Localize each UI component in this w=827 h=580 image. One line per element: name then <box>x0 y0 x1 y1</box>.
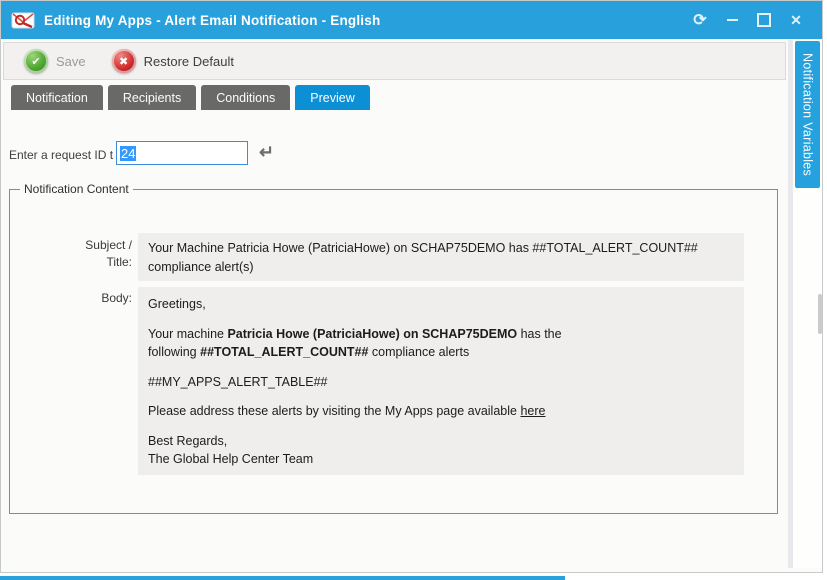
close-button[interactable]: ✕ <box>780 1 812 39</box>
toolbar: ✔ Save ✖ Restore Default <box>3 42 786 80</box>
restore-default-button[interactable]: ✖ Restore Default <box>106 46 240 76</box>
body-label: Body: <box>40 290 132 307</box>
tab-bar: Notification Recipients Conditions Previ… <box>11 85 370 110</box>
body-alert-table-variable: ##MY_APPS_ALERT_TABLE## <box>148 373 734 392</box>
subject-label-line1: Subject / <box>85 238 132 252</box>
app-email-icon <box>11 11 35 30</box>
restore-cross-icon: ✖ <box>112 49 136 73</box>
tab-notification[interactable]: Notification <box>11 85 103 110</box>
refresh-icon: ⟳ <box>693 10 706 30</box>
window-title: Editing My Apps - Alert Email Notificati… <box>44 13 380 28</box>
dialog-window: Editing My Apps - Alert Email Notificati… <box>0 0 823 573</box>
maximize-button[interactable] <box>748 1 780 39</box>
title-bar[interactable]: Editing My Apps - Alert Email Notificati… <box>1 1 822 39</box>
background-window-edge <box>0 576 565 580</box>
tab-preview[interactable]: Preview <box>295 85 369 110</box>
body-paragraph-machine: Your machine Patricia Howe (PatriciaHowe… <box>148 325 734 362</box>
body-signature: Best Regards, The Global Help Center Team <box>148 432 734 469</box>
subject-title-label: Subject / Title: <box>40 237 132 271</box>
refresh-button[interactable]: ⟳ <box>684 1 716 39</box>
tab-conditions[interactable]: Conditions <box>201 85 290 110</box>
enter-return-icon: ↵ <box>259 142 274 163</box>
save-check-icon: ✔ <box>24 49 48 73</box>
notification-content-groupbox: Notification Content Subject / Title: Yo… <box>9 189 778 514</box>
body-paragraph-link: Please address these alerts by visiting … <box>148 402 734 421</box>
screenshot-canvas: Editing My Apps - Alert Email Notificati… <box>0 0 827 580</box>
body-p4-pre: Please address these alerts by visiting … <box>148 404 520 418</box>
body-machine-bold: Patricia Howe (PatriciaHowe) on SCHAP75D… <box>227 327 517 341</box>
body-p2-mid: has the <box>517 327 561 341</box>
close-icon: ✕ <box>790 12 802 29</box>
subject-label-line2: Title: <box>106 255 132 269</box>
body-regards-line: Best Regards, <box>148 434 227 448</box>
body-p2-line2-pre: following <box>148 345 200 359</box>
body-greeting: Greetings, <box>148 295 734 314</box>
subject-value: Your Machine Patricia Howe (PatriciaHowe… <box>138 233 744 281</box>
maximize-icon <box>757 13 771 27</box>
minimize-button[interactable] <box>716 1 748 39</box>
body-team-line: The Global Help Center Team <box>148 452 313 466</box>
body-alert-count-bold: ##TOTAL_ALERT_COUNT## <box>200 345 368 359</box>
here-link[interactable]: here <box>520 404 545 418</box>
body-p2-pre: Your machine <box>148 327 227 341</box>
restore-default-label: Restore Default <box>144 54 234 69</box>
right-scrollbar-thumb[interactable] <box>818 294 822 334</box>
window-controls: ⟳ ✕ <box>684 1 812 39</box>
groupbox-legend: Notification Content <box>20 182 133 196</box>
minimize-icon <box>727 19 738 21</box>
request-id-input[interactable]: 24 <box>116 141 248 165</box>
body-value: Greetings, Your machine Patricia Howe (P… <box>138 287 744 475</box>
request-id-label: Enter a request ID t <box>9 148 113 162</box>
request-id-selected-text: 24 <box>120 146 136 161</box>
tab-recipients[interactable]: Recipients <box>108 85 196 110</box>
save-button-label: Save <box>56 54 86 69</box>
save-button[interactable]: ✔ Save <box>18 46 92 76</box>
body-p2-post: compliance alerts <box>368 345 469 359</box>
notification-variables-tab[interactable]: Notification Variables <box>795 41 820 188</box>
